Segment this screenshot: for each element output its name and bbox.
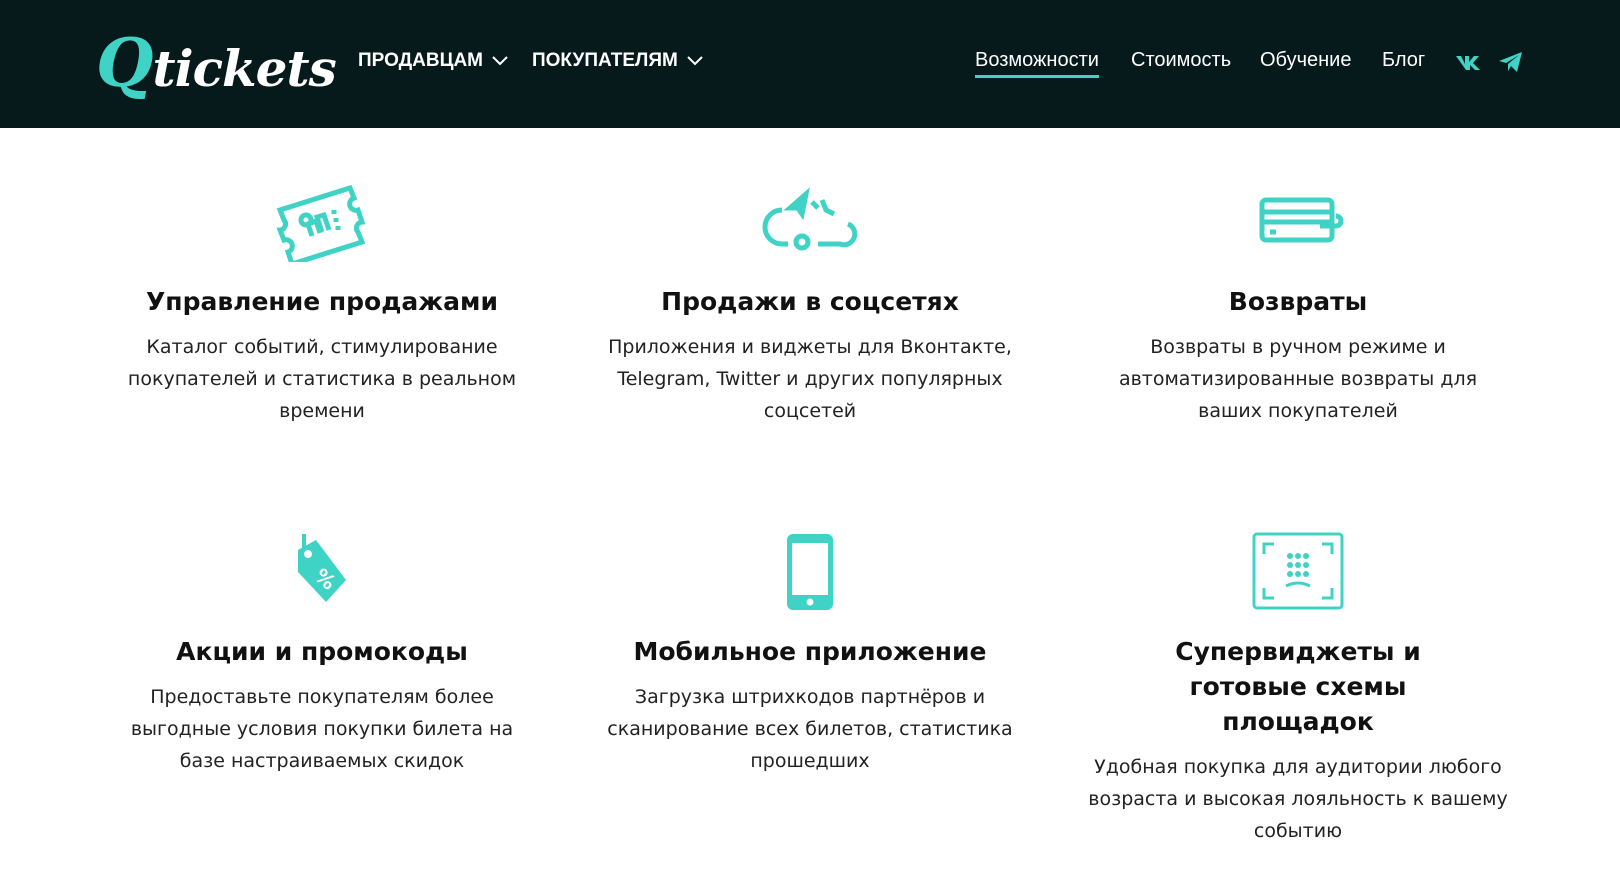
feature-title: Управление продажами (146, 287, 498, 316)
nav-link-features[interactable]: Возможности (975, 49, 1099, 78)
card-refund-icon (1259, 197, 1344, 243)
feature-card-refunds: Возвраты Возвраты в ручном режиме и авто… (1088, 180, 1508, 427)
discount-tag-icon: % (298, 534, 346, 602)
qtickets-logo[interactable]: Qtickets (96, 24, 337, 102)
feature-text: Предоставьте покупателям более выгодные … (130, 686, 514, 772)
nav-link-pricing[interactable]: Стоимость (1131, 49, 1231, 72)
feature-card-social: Продажи в соцсетях Приложения и виджеты … (600, 180, 1020, 427)
feature-title: Возвраты (1228, 287, 1368, 316)
feature-card-promos: % Акции и промокоды Предоставьте покупат… (112, 530, 532, 777)
nav-sellers-dropdown[interactable]: ПРОДАВЦАМ (358, 50, 509, 72)
feature-title: Акции и промокоды (176, 637, 468, 666)
chevron-down-icon (687, 56, 703, 66)
telegram-icon[interactable] (1498, 50, 1524, 74)
chevron-down-icon (492, 56, 508, 66)
feature-title: Продажи в соцсетях (661, 287, 959, 316)
feature-text: Возвраты в ручном режиме и автоматизиров… (1118, 336, 1478, 422)
social-share-icon (762, 187, 858, 251)
feature-text: Приложения и виджеты для Вконтакте, Tele… (608, 336, 1012, 422)
feature-card-sales: Управление продажами Каталог событий, ст… (112, 180, 532, 427)
feature-card-mobile: Мобильное приложение Загрузка штрихкодов… (600, 530, 1020, 777)
vk-icon[interactable] (1455, 50, 1481, 74)
nav-link-learning[interactable]: Обучение (1260, 49, 1351, 72)
ticket-chart-icon (276, 184, 366, 262)
nav-link-blog[interactable]: Блог (1382, 49, 1425, 72)
feature-text: Каталог событий, стимулирование покупате… (127, 336, 517, 422)
mobile-phone-icon (787, 534, 833, 610)
seat-map-widget-icon (1252, 532, 1344, 610)
feature-card-widgets: Супервиджеты и готовые схемы площадок Уд… (1088, 530, 1508, 847)
top-nav: Qtickets ПРОДАВЦАМ ПОКУПАТЕЛЯМ Возможнос… (0, 0, 1620, 128)
feature-title: Мобильное приложение (633, 637, 987, 666)
nav-buyers-dropdown[interactable]: ПОКУПАТЕЛЯМ (532, 50, 704, 72)
feature-text: Удобная покупка для аудитории любого воз… (1088, 756, 1508, 842)
feature-title: Супервиджеты и готовые схемы площадок (1175, 637, 1421, 736)
feature-text: Загрузка штрихкодов партнёров и сканиров… (607, 686, 1013, 772)
